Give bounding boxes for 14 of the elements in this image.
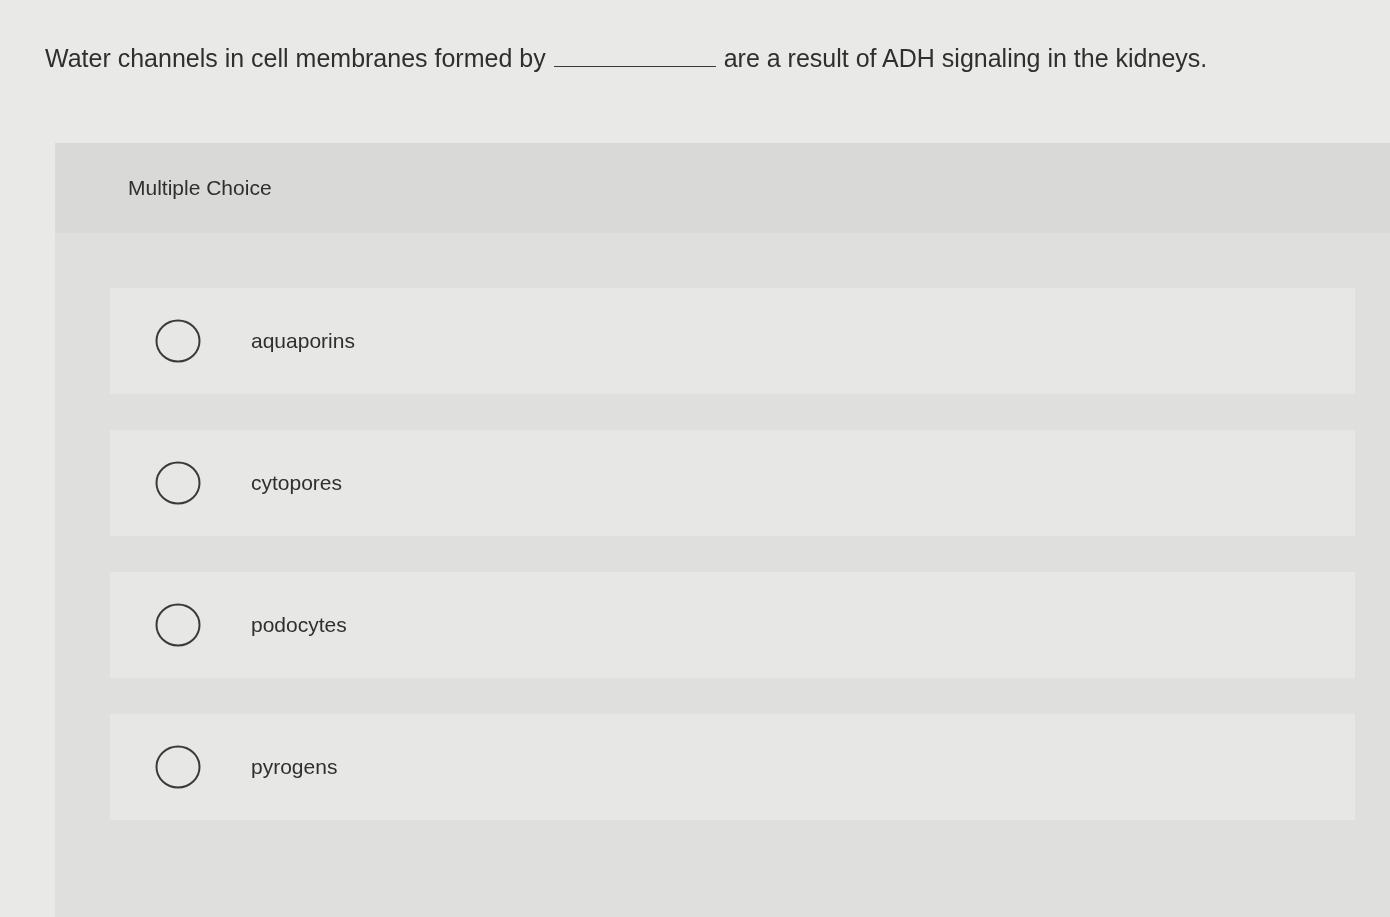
answer-option[interactable]: aquaporins xyxy=(110,288,1355,394)
answer-option[interactable]: cytopores xyxy=(110,430,1355,536)
answer-option[interactable]: pyrogens xyxy=(110,714,1355,820)
panel-heading: Multiple Choice xyxy=(128,175,272,202)
radio-button[interactable] xyxy=(155,745,201,789)
option-label: podocytes xyxy=(251,612,347,639)
option-label: cytopores xyxy=(251,470,343,497)
option-label: aquaporins xyxy=(251,328,355,355)
question-text: Water channels in cell membranes formed by are a result of ADH signaling in the kidneys. xyxy=(45,43,1208,74)
radio-button[interactable] xyxy=(155,461,201,505)
option-label: pyrogens xyxy=(251,754,338,781)
radio-button[interactable] xyxy=(155,319,201,363)
radio-button[interactable] xyxy=(155,603,201,647)
answer-option[interactable]: podocytes xyxy=(110,572,1355,678)
